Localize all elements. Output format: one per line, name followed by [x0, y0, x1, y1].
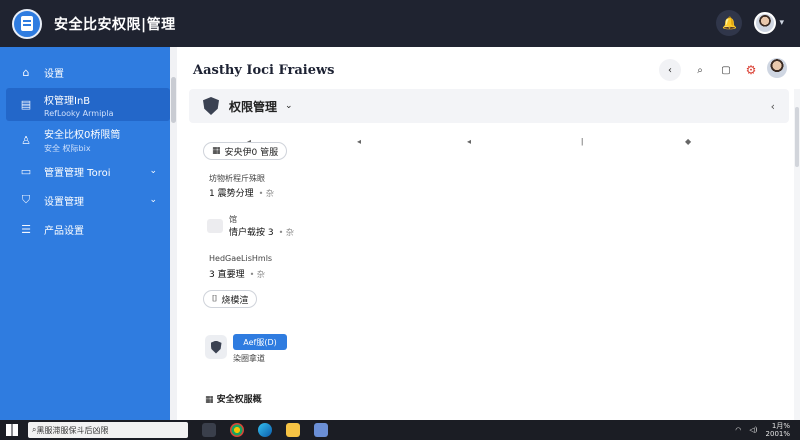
- sidebar-item-product-settings[interactable]: ☰ 产品设置: [0, 219, 177, 239]
- field-value-muted: • 杂: [249, 270, 265, 279]
- sidebar-item-subtitle: RefLooky Armipla: [44, 108, 114, 118]
- app-taskbar-icon[interactable]: [314, 423, 328, 437]
- wifi-icon[interactable]: ◠: [735, 426, 741, 434]
- sidebar: ⌂ 设置 ▤ 权管理InB RefLooky Armipla ♙ 安全比权0桥限…: [0, 47, 177, 420]
- volume-icon[interactable]: ◁): [749, 426, 757, 434]
- system-tray: ◠ ◁) 1月% 2001%: [735, 422, 790, 438]
- chevron-left-icon: ‹: [668, 64, 672, 76]
- search-button[interactable]: ⌕: [689, 59, 711, 81]
- header-avatar[interactable]: [767, 58, 787, 78]
- windows-start-icon[interactable]: [6, 424, 18, 436]
- page-icon: ▢: [721, 64, 731, 76]
- chevron-down-icon[interactable]: ⌄: [285, 101, 293, 111]
- item-thumbnail-icon: [207, 219, 223, 233]
- page-title: Aasthy Ioci Fraiews: [193, 63, 335, 78]
- chevron-down-icon: ⌄: [149, 166, 157, 176]
- column-marker-icon: ◆: [685, 137, 692, 146]
- search-icon: ⌕: [697, 64, 703, 76]
- primary-action-caption: 染圈拿道: [233, 354, 265, 363]
- sidebar-item-title: 权管理InB: [44, 95, 91, 107]
- chip-label: 安央伊0 管服: [224, 147, 279, 158]
- taskview-icon[interactable]: [202, 423, 216, 437]
- column-marker-icon: ǀ: [581, 137, 584, 146]
- clock-time: 1月%: [771, 422, 790, 430]
- section-title: ▦ 安全权服概: [205, 392, 262, 405]
- user-avatar[interactable]: [754, 12, 777, 34]
- clock[interactable]: 1月% 2001%: [766, 422, 790, 438]
- sidebar-item-label: 管置管理 Toroi: [44, 167, 111, 179]
- field-value: 3 直要理 • 杂: [209, 267, 265, 280]
- field-label: HedGaeLisHmls: [209, 254, 273, 263]
- bracket-icon: ⌷: [212, 294, 218, 304]
- field-value: 情户载按 3 • 杂: [229, 225, 294, 238]
- sidebar-item-label: 产品设置: [44, 225, 84, 237]
- shield-icon: ⛉: [21, 193, 31, 206]
- field-value-text: 情户载按 3: [229, 228, 274, 238]
- panel-title: 权限管理: [229, 99, 278, 114]
- back-button[interactable]: ‹: [659, 59, 681, 81]
- section-title-text: 安全权服概: [216, 395, 262, 405]
- sidebar-scrollbar-thumb[interactable]: [171, 77, 176, 123]
- file-explorer-icon[interactable]: [286, 423, 300, 437]
- shield-badge: [205, 335, 227, 359]
- sidebar-item-label: 权管理InB RefLooky Armipla: [44, 92, 114, 118]
- list-icon: ☰: [21, 222, 31, 236]
- sidebar-item-home[interactable]: ⌂ 设置: [0, 61, 177, 83]
- title-bar: 安全比安权限|管理 🔔 ▾: [0, 0, 800, 47]
- field-value-muted: • 杂: [258, 189, 274, 198]
- field-value-text: 3 直要理: [209, 270, 245, 280]
- sidebar-item-management[interactable]: ▭ 管置管理 Toroi ⌄: [0, 161, 177, 181]
- collapse-chevron-icon[interactable]: ‹: [771, 100, 775, 113]
- grid-icon: ▦: [212, 146, 221, 156]
- action-chip[interactable]: ⌷ 烧模渲: [203, 290, 258, 308]
- sidebar-item-label: 设置: [44, 68, 64, 80]
- taskbar: ⌕ 黑服滞服保斗后凶限 ◠ ◁) 1月% 2001%: [0, 420, 800, 440]
- home-icon: ⌂: [22, 65, 30, 79]
- column-marker-icon: ◂: [357, 137, 362, 146]
- clock-date: 2001%: [765, 430, 790, 438]
- shield-icon: [203, 97, 219, 115]
- sidebar-item-permissions[interactable]: ▤ 权管理InB RefLooky Armipla: [6, 88, 170, 121]
- document-icon: ▤: [20, 98, 32, 111]
- sidebar-item-title: 安全比权0桥限筒: [44, 130, 121, 141]
- page-button[interactable]: ▢: [715, 59, 737, 81]
- taskbar-search-text: 黑服滞服保斗后凶限: [36, 425, 109, 435]
- field-value: 1 震势分理 • 杂: [209, 186, 274, 199]
- chrome-icon[interactable]: [230, 423, 244, 437]
- app-title: 安全比安权限|管理: [54, 16, 176, 33]
- grid-icon: ▦: [205, 395, 217, 405]
- avatar-dropdown-chevron-icon[interactable]: ▾: [779, 18, 784, 28]
- primary-action-button[interactable]: Aef服(D): [233, 334, 287, 350]
- main-content: Aasthy Ioci Fraiews ‹ ⌕ ▢ ⚙ 权限管理 ⌄ ‹ ◂ ◂…: [177, 47, 800, 420]
- field-value-muted: • 杂: [278, 228, 294, 237]
- role-chip[interactable]: ▦ 安央伊0 管服: [203, 142, 288, 160]
- field-value-text: 1 震势分理: [209, 189, 254, 199]
- user-icon: ♙: [21, 133, 31, 147]
- sidebar-item-label: 安全比权0桥限筒 安全 权际bix: [44, 126, 120, 154]
- shield-icon: [210, 340, 222, 354]
- taskbar-search[interactable]: ⌕ 黑服滞服保斗后凶限: [28, 422, 188, 438]
- permissions-panel-header[interactable]: 权限管理 ⌄ ‹: [189, 89, 789, 123]
- sidebar-item-settings[interactable]: ⛉ 设置管理 ⌄: [0, 190, 177, 210]
- edge-icon[interactable]: [258, 423, 272, 437]
- chevron-down-icon: ⌄: [149, 195, 157, 205]
- field-label: 坊物析程斤殊眼: [209, 174, 265, 183]
- column-marker-icon: ◂: [467, 137, 472, 146]
- notification-bell-icon[interactable]: 🔔: [716, 10, 743, 36]
- sidebar-item-label: 设置管理: [44, 196, 84, 208]
- chip-label: 烧模渲: [221, 295, 249, 306]
- sidebar-item-subtitle: 安全 权际bix: [44, 144, 91, 153]
- folder-icon: ▭: [20, 164, 32, 178]
- field-label: 馆: [229, 215, 237, 224]
- app-logo-icon: [12, 8, 42, 39]
- main-scrollbar-thumb[interactable]: [795, 107, 799, 167]
- sidebar-item-security[interactable]: ♙ 安全比权0桥限筒 安全 权际bix: [0, 125, 177, 155]
- settings-button[interactable]: ⚙: [740, 59, 762, 81]
- gear-icon: ⚙: [745, 63, 757, 77]
